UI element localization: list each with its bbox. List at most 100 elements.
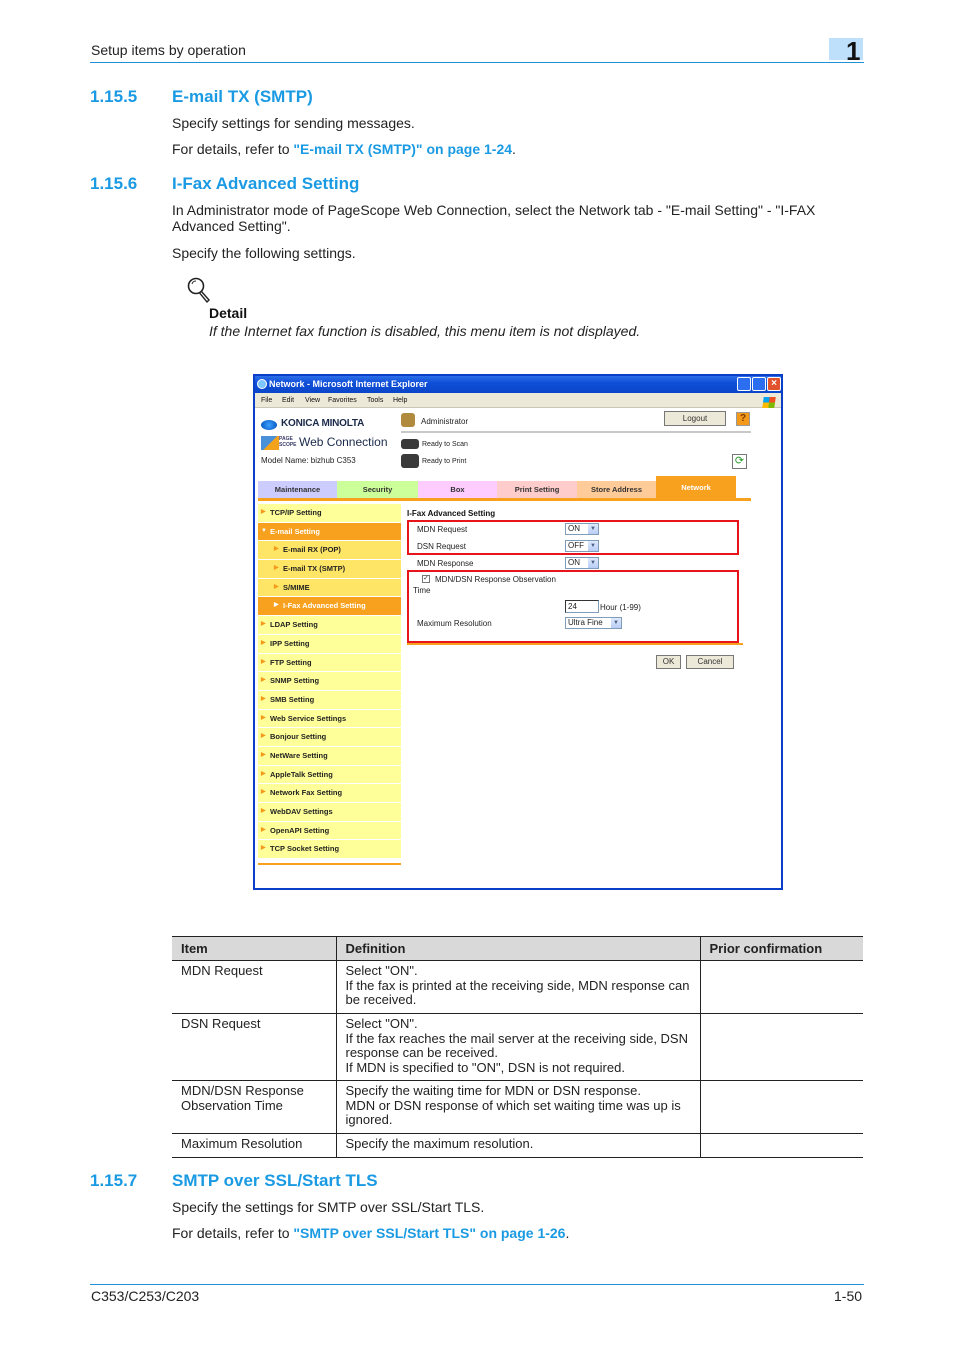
sidebar-item-label: E-mail Setting bbox=[270, 526, 321, 536]
sidebar-item-netware[interactable]: ▶ NetWare Setting bbox=[258, 746, 401, 766]
tab-print-setting[interactable]: Print Setting bbox=[497, 481, 577, 498]
dsn-request-value: OFF bbox=[568, 541, 584, 550]
menu-favorites[interactable]: Favorites bbox=[328, 397, 357, 404]
definition-line: If the fax reaches the mail server at th… bbox=[345, 1030, 689, 1060]
menu-file[interactable]: File bbox=[261, 397, 272, 404]
main-tabs: Maintenance Security Box Print Setting S… bbox=[258, 476, 751, 500]
sidebar-item-ipp[interactable]: ▶ IPP Setting bbox=[258, 634, 401, 654]
pagescope-small-label: PAGE SCOPE bbox=[279, 436, 297, 448]
arrow-right-icon: ▶ bbox=[261, 789, 266, 796]
sidebar-item-network-fax[interactable]: ▶ Network Fax Setting bbox=[258, 784, 401, 803]
observation-time-input[interactable]: 24 bbox=[565, 600, 599, 613]
menu-view[interactable]: View bbox=[305, 397, 320, 404]
sidebar-item-web-service[interactable]: ▶ Web Service Settings bbox=[258, 709, 401, 729]
sidebar-item-appletalk[interactable]: ▶ AppleTalk Setting bbox=[258, 765, 401, 785]
menu-help[interactable]: Help bbox=[393, 397, 407, 404]
table-row: Maximum Resolution Specify the maximum r… bbox=[172, 1133, 863, 1158]
sidebar-item-label: LDAP Setting bbox=[270, 620, 318, 630]
sidebar-item-label: AppleTalk Setting bbox=[270, 769, 333, 779]
sidebar-item-bonjour[interactable]: ▶ Bonjour Setting bbox=[258, 728, 401, 747]
dsn-request-select[interactable]: OFF ▼ bbox=[565, 540, 599, 552]
header-rule bbox=[90, 62, 864, 63]
maximize-icon[interactable] bbox=[752, 377, 766, 391]
arrow-right-icon: ▶ bbox=[274, 565, 279, 572]
arrow-right-icon: ▶ bbox=[261, 770, 266, 777]
model-name: Model Name: bizhub C353 bbox=[261, 456, 356, 465]
item-cell: MDN Request bbox=[172, 960, 336, 1014]
definition-line: If the fax is printed at the receiving s… bbox=[345, 977, 690, 1007]
prior-confirmation-cell bbox=[699, 1133, 863, 1158]
user-mode: Administrator bbox=[421, 417, 469, 426]
mdn-response-label: MDN Response bbox=[417, 559, 474, 568]
arrow-right-icon: ▶ bbox=[274, 546, 279, 553]
sidebar-item-email-tx[interactable]: ▶ E-mail TX (SMTP) bbox=[258, 560, 401, 579]
definition-line: Specify the waiting time for MDN or DSN … bbox=[345, 1083, 642, 1098]
logout-button[interactable]: Logout bbox=[664, 411, 726, 426]
browser-window-screenshot: Network - Microsoft Internet Explorer × … bbox=[253, 374, 783, 890]
reference-link[interactable]: "SMTP over SSL/Start TLS" on page 1-26 bbox=[293, 1225, 565, 1241]
ok-button[interactable]: OK bbox=[656, 655, 681, 669]
sidebar-item-tcpip[interactable]: ▶ TCP/IP Setting bbox=[258, 504, 401, 523]
sidebar-item-tcp-socket[interactable]: ▶ TCP Socket Setting bbox=[258, 840, 401, 860]
detail-title: Detail bbox=[209, 305, 248, 321]
arrow-right-icon: ▶ bbox=[261, 695, 266, 702]
reference-prefix: For details, refer to bbox=[172, 141, 294, 157]
close-icon[interactable]: × bbox=[767, 377, 781, 391]
item-cell: DSN Request bbox=[172, 1013, 336, 1081]
sidebar-item-ftp[interactable]: ▶ FTP Setting bbox=[258, 653, 401, 673]
arrow-right-icon: ▶ bbox=[261, 509, 266, 515]
arrow-down-icon: ▼ bbox=[261, 527, 267, 534]
refresh-icon[interactable]: ⟳ bbox=[732, 454, 747, 469]
sidebar-item-smime[interactable]: ▶ S/MIME bbox=[258, 578, 401, 598]
sidebar-item-email-setting[interactable]: ▼ E-mail Setting bbox=[258, 522, 401, 542]
brand-name: KONICA MINOLTA bbox=[281, 418, 365, 429]
reference-line: For details, refer to "E-mail TX (SMTP)"… bbox=[172, 141, 516, 157]
sidebar-bottom-rule bbox=[258, 863, 401, 865]
footer-rule bbox=[90, 1284, 864, 1285]
reference-prefix: For details, refer to bbox=[172, 1225, 294, 1241]
reference-link[interactable]: "E-mail TX (SMTP)" on page 1-24 bbox=[293, 141, 512, 157]
observation-label: MDN/DSN Response Observation bbox=[435, 575, 556, 584]
table-row: DSN Request Select "ON". If the fax reac… bbox=[172, 1013, 863, 1081]
sidebar-item-email-rx[interactable]: ▶ E-mail RX (POP) bbox=[258, 541, 401, 561]
sidebar-item-ldap[interactable]: ▶ LDAP Setting bbox=[258, 616, 401, 635]
tab-security[interactable]: Security bbox=[337, 481, 418, 498]
paragraph: Specify the following settings. bbox=[172, 245, 356, 261]
definition-cell: Specify the maximum resolution. bbox=[335, 1133, 700, 1158]
max-resolution-value: Ultra Fine bbox=[568, 618, 603, 627]
definition-line: Select "ON". bbox=[345, 1016, 418, 1031]
sidebar-item-ifax-advanced[interactable]: ▶ I-Fax Advanced Setting bbox=[258, 597, 401, 617]
column-header: Item bbox=[172, 936, 336, 961]
observation-checkbox[interactable]: ✓ bbox=[422, 575, 430, 583]
tab-store-address[interactable]: Store Address bbox=[577, 481, 656, 498]
cancel-button[interactable]: Cancel bbox=[686, 655, 734, 669]
definition-line: If MDN is specified to "ON", DSN is not … bbox=[345, 1059, 625, 1075]
table-header-row: Item Definition Prior confirmation bbox=[172, 936, 863, 961]
print-status: Ready to Print bbox=[422, 458, 467, 465]
sidebar-item-label: IPP Setting bbox=[270, 638, 310, 648]
mdn-response-select[interactable]: ON ▼ bbox=[565, 557, 599, 569]
menu-tools[interactable]: Tools bbox=[367, 397, 383, 404]
sidebar-item-webdav[interactable]: ▶ WebDAV Settings bbox=[258, 803, 401, 822]
max-resolution-select[interactable]: Ultra Fine ▼ bbox=[565, 617, 622, 629]
tab-network[interactable]: Network bbox=[656, 476, 736, 498]
section-number: 1.15.7 bbox=[90, 1171, 138, 1190]
sidebar-item-label: WebDAV Settings bbox=[270, 807, 333, 816]
window-title: Network - Microsoft Internet Explorer bbox=[269, 379, 428, 389]
menu-edit[interactable]: Edit bbox=[282, 397, 294, 404]
chevron-down-icon: ▼ bbox=[611, 618, 621, 628]
max-resolution-label: Maximum Resolution bbox=[417, 619, 492, 628]
sidebar-item-openapi[interactable]: ▶ OpenAPI Setting bbox=[258, 821, 401, 841]
sidebar-item-smb[interactable]: ▶ SMB Setting bbox=[258, 690, 401, 710]
tab-maintenance[interactable]: Maintenance bbox=[258, 481, 337, 498]
help-icon[interactable]: ? bbox=[736, 412, 750, 426]
tab-box[interactable]: Box bbox=[418, 481, 497, 498]
definition-cell: Select "ON". If the fax reaches the mail… bbox=[335, 1013, 700, 1081]
settings-table: Item Definition Prior confirmation MDN R… bbox=[172, 936, 863, 1158]
sidebar-item-label: TCP/IP Setting bbox=[270, 508, 322, 517]
sidebar-item-snmp[interactable]: ▶ SNMP Setting bbox=[258, 672, 401, 691]
item-cell: Maximum Resolution bbox=[172, 1133, 336, 1158]
mdn-request-select[interactable]: ON ▼ bbox=[565, 523, 599, 535]
minimize-icon[interactable] bbox=[737, 377, 751, 391]
sidebar-item-label: Web Service Settings bbox=[270, 713, 347, 723]
